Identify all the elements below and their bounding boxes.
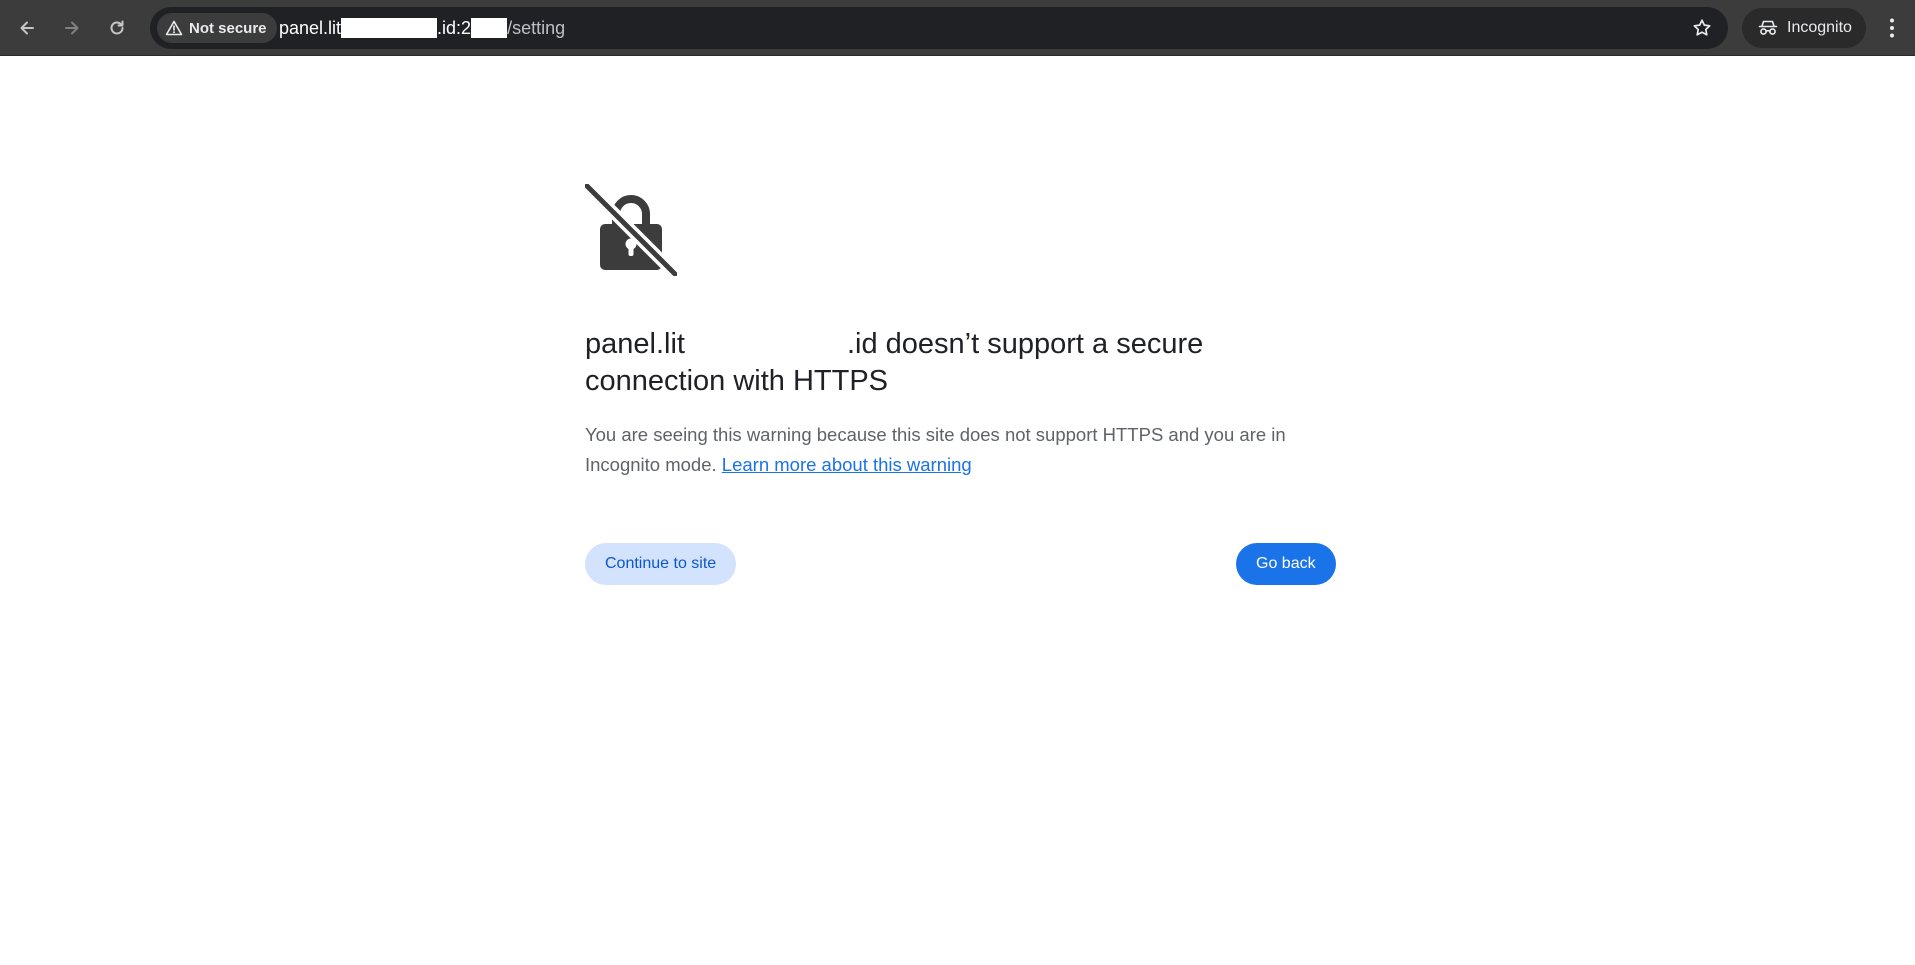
warning-explanation: You are seeing this warning because this… bbox=[585, 420, 1315, 480]
security-label: Not secure bbox=[189, 19, 267, 37]
address-bar[interactable]: Not secure panel.lit .id:2/setting bbox=[150, 7, 1728, 49]
forward-button[interactable] bbox=[56, 12, 88, 44]
url-host-end: .id:2 bbox=[437, 17, 472, 38]
star-icon bbox=[1693, 19, 1711, 36]
reload-icon bbox=[110, 20, 124, 35]
arrow-left-icon bbox=[20, 21, 34, 35]
redaction-box bbox=[471, 18, 508, 38]
heading-host-start: panel.lit bbox=[585, 328, 685, 360]
go-back-button[interactable]: Go back bbox=[1236, 543, 1336, 585]
kebab-menu-icon bbox=[1890, 18, 1894, 38]
url-host-start: panel.lit bbox=[279, 17, 342, 38]
arrow-right-icon bbox=[65, 21, 79, 35]
incognito-icon bbox=[1758, 20, 1778, 35]
lock-crossed-icon bbox=[585, 184, 677, 276]
back-button[interactable] bbox=[11, 12, 43, 44]
learn-more-link[interactable]: Learn more about this warning bbox=[722, 454, 972, 475]
security-indicator-chip[interactable]: Not secure bbox=[157, 13, 277, 43]
redaction-box bbox=[341, 18, 438, 38]
incognito-profile-button[interactable]: Incognito bbox=[1742, 8, 1866, 48]
continue-to-site-button[interactable]: Continue to site bbox=[585, 543, 737, 585]
warning-triangle-icon bbox=[165, 20, 183, 36]
reload-button[interactable] bbox=[101, 12, 133, 44]
bookmark-button[interactable] bbox=[1688, 14, 1716, 42]
incognito-label: Incognito bbox=[1787, 19, 1852, 36]
browser-menu-button[interactable] bbox=[1880, 12, 1904, 44]
url-text[interactable]: panel.lit .id:2/setting bbox=[279, 7, 565, 49]
url-path: /setting bbox=[507, 17, 566, 38]
warning-heading: panel.lit .id doesn’t support a secure co… bbox=[585, 326, 1285, 400]
browser-toolbar: Not secure panel.lit .id:2/setting Incogn… bbox=[0, 0, 1915, 56]
